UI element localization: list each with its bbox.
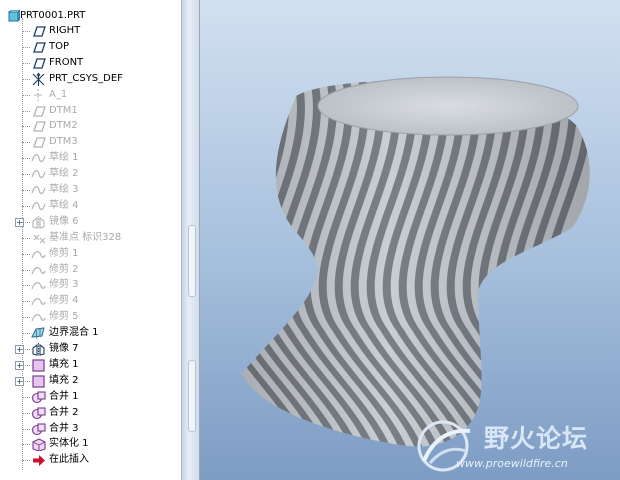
fill-icon [32, 359, 45, 372]
panel-splitter[interactable] [182, 0, 200, 480]
tree-item-label: 填充 1 [49, 359, 79, 370]
tree-item-label: 修剪 2 [49, 264, 79, 275]
tree-item-label: 合并 1 [49, 391, 79, 402]
tree-item-label: DTM2 [49, 120, 78, 131]
tree-connector [22, 63, 30, 64]
datum-plane-icon [33, 42, 46, 53]
splitter-grip-upper[interactable] [188, 225, 196, 297]
solidify-icon [32, 438, 46, 451]
tree-item-label: DTM3 [49, 136, 78, 147]
merge-icon [31, 391, 46, 404]
tree-connector [22, 413, 30, 414]
tree-connector [22, 254, 30, 255]
part-icon [8, 10, 20, 22]
tree-connector [22, 222, 30, 223]
tree-item-label: 基准点 标识328 [49, 232, 122, 243]
vase-top-face [317, 76, 579, 136]
tree-connector [22, 111, 30, 112]
mirror-icon [32, 216, 45, 229]
tree-item-label: 合并 2 [49, 407, 79, 418]
datum-plane-icon [33, 121, 46, 132]
tree-item-label: 草绘 1 [49, 152, 79, 163]
forum-watermark: 野火论坛 www.proewildfire.cn [408, 413, 620, 480]
tree-connector [22, 429, 30, 430]
tree-connector [22, 460, 30, 461]
tree-connector [22, 174, 30, 175]
tree-item-label: 合并 3 [49, 423, 79, 434]
trim-icon [31, 298, 46, 306]
tree-item-label: FRONT [49, 57, 84, 68]
tree-connector [22, 142, 30, 143]
merge-icon [31, 407, 46, 420]
tree-item-label: 草绘 4 [49, 200, 79, 211]
graphics-viewport[interactable]: 野火论坛 www.proewildfire.cn [200, 0, 620, 480]
trim-icon [31, 282, 46, 290]
tree-connector [22, 285, 30, 286]
tree-connector [22, 31, 30, 32]
tree-item-label: 在此插入 [49, 454, 89, 465]
tree-item-label: PRT_CSYS_DEF [49, 73, 123, 84]
tree-connector [22, 381, 30, 382]
tree-connector [22, 270, 30, 271]
tree-item-label: 镜像 6 [49, 216, 79, 227]
tree-connector [22, 158, 30, 159]
mirror-icon [32, 343, 45, 356]
fill-icon [32, 375, 45, 388]
trim-icon [31, 251, 46, 259]
tree-connector [22, 206, 30, 207]
sketch-icon [31, 170, 46, 179]
boundary-blend-icon [31, 327, 45, 340]
tree-connector [22, 397, 30, 398]
tree-item-label: 修剪 3 [49, 279, 79, 290]
datum-plane-icon [33, 26, 46, 37]
insert-here-arrow-icon [33, 455, 45, 466]
sketch-icon [31, 154, 46, 163]
csys-icon [32, 72, 45, 86]
tree-connector [22, 333, 30, 334]
datum-plane-icon [33, 58, 46, 69]
tree-item-label: 填充 2 [49, 375, 79, 386]
datum-plane-icon [33, 106, 46, 117]
axis-icon [34, 89, 42, 102]
tree-item-label: DTM1 [49, 105, 78, 116]
tree-connector [22, 238, 30, 239]
tree-connector [22, 79, 30, 80]
tree-item-label: 实体化 1 [49, 438, 89, 449]
tree-item-label: 草绘 2 [49, 168, 79, 179]
tree-connector [22, 349, 30, 350]
tree-item-label: 镜像 7 [49, 343, 79, 354]
watermark-title: 野火论坛 [484, 424, 589, 453]
watermark-url: www.proewildfire.cn [456, 457, 568, 470]
tree-connector [22, 301, 30, 302]
tree-item-label: 边界混合 1 [49, 327, 99, 338]
tree-connector [22, 365, 30, 366]
tree-connector [22, 47, 30, 48]
sketch-icon [31, 202, 46, 211]
trim-icon [31, 267, 46, 275]
splitter-grip-lower[interactable] [188, 360, 196, 432]
tree-item-label: RIGHT [49, 25, 81, 36]
tree-connector [22, 190, 30, 191]
tree-connector [22, 444, 30, 445]
tree-item-label: A_1 [49, 89, 68, 100]
model-tree-panel: PRT0001.PRT RIGHT TOP FRONT PRT_CSYS_DEF A_1… [0, 0, 182, 480]
tree-item-label: 草绘 3 [49, 184, 79, 195]
trim-icon [31, 314, 46, 322]
tree-root-label: PRT0001.PRT [20, 10, 86, 21]
merge-icon [31, 423, 46, 436]
datum-plane-icon [33, 137, 46, 148]
sketch-icon [31, 186, 46, 195]
datum-point-icon [33, 234, 46, 244]
tree-item-label: 修剪 1 [49, 248, 79, 259]
tree-connector [22, 317, 30, 318]
tree-item-label: TOP [49, 41, 70, 52]
tree-item-label: 修剪 4 [49, 295, 79, 306]
vase-body [242, 80, 590, 447]
tree-item-label: 修剪 5 [49, 311, 79, 322]
tree-connector [22, 95, 30, 96]
tree-connector [22, 126, 30, 127]
vase-model-render [242, 76, 590, 447]
